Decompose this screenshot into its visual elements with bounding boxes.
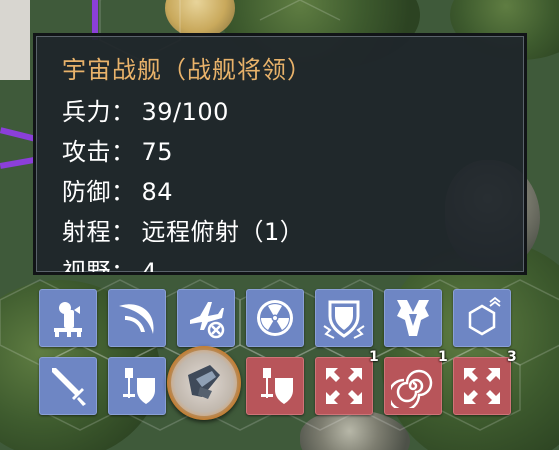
crescent-slash-icon xyxy=(119,304,154,334)
skill-button-knight-shield[interactable] xyxy=(108,357,166,415)
skill-button-knight-shield-red[interactable] xyxy=(246,357,304,415)
selected-unit-icon xyxy=(188,365,220,399)
skill-button-rocket-launch[interactable] xyxy=(39,289,97,347)
expand-arrows-icon xyxy=(326,368,362,404)
skill-button-armor-plate[interactable] xyxy=(384,289,442,347)
no-aircraft-icon xyxy=(190,302,225,339)
armor-plate-icon xyxy=(397,300,429,336)
skill-button-radiation[interactable] xyxy=(246,289,304,347)
skill-button-sword[interactable] xyxy=(39,357,97,415)
skill-button-no-aircraft[interactable] xyxy=(177,289,235,347)
hexagon-upgrade-icon xyxy=(468,296,501,336)
skill-button-crescent-slash[interactable] xyxy=(108,289,166,347)
skill-button-hexagon-upgrade[interactable] xyxy=(453,289,511,347)
rocket-launch-icon xyxy=(54,302,82,337)
skill-button-shield-lightning[interactable] xyxy=(315,289,373,347)
skill-charge-count: 3 xyxy=(507,349,517,365)
skill-panel: 1 1 3 xyxy=(0,0,559,450)
spiral-icon xyxy=(391,369,433,408)
skill-button-spiral[interactable] xyxy=(384,357,442,415)
selected-unit-token[interactable] xyxy=(167,346,241,420)
skill-charge-count: 1 xyxy=(438,349,448,365)
skill-charge-count: 1 xyxy=(369,349,379,365)
knight-shield-icon xyxy=(261,368,293,404)
radiation-icon xyxy=(257,300,293,336)
skill-button-expand-arrows-2[interactable] xyxy=(453,357,511,415)
skill-button-expand-arrows[interactable] xyxy=(315,357,373,415)
shield-lightning-icon xyxy=(323,300,365,339)
sword-icon xyxy=(52,368,86,406)
knight-shield-icon xyxy=(123,368,155,404)
expand-arrows-icon xyxy=(464,368,500,404)
